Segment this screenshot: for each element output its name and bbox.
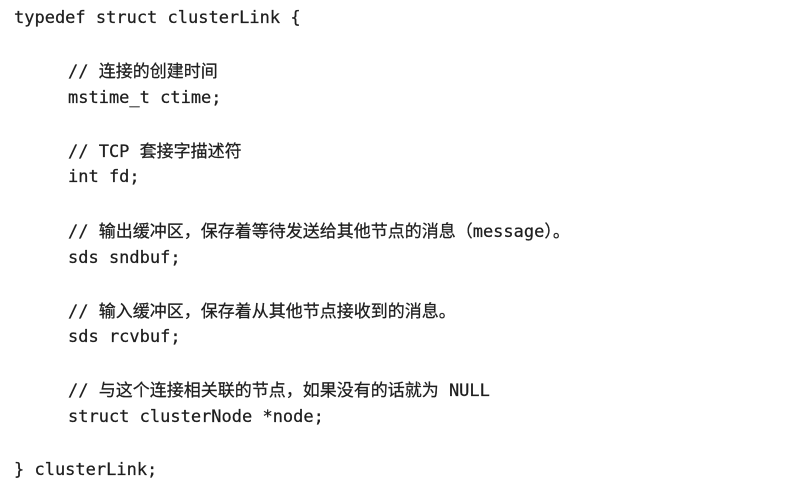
comment-fd: // TCP 套接字描述符 xyxy=(68,142,242,162)
comment-rcvbuf: // 输入缓冲区，保存着从其他节点接收到的消息。 xyxy=(68,302,456,322)
comment-sndbuf: // 输出缓冲区，保存着等待发送给其他节点的消息（message）。 xyxy=(68,222,570,242)
field-sndbuf: sds sndbuf; xyxy=(68,248,181,268)
field-ctime: mstime_t ctime; xyxy=(68,88,222,108)
comment-ctime: // 连接的创建时间 xyxy=(68,62,218,82)
code-listing: typedef struct clusterLink { // 连接的创建时间 … xyxy=(0,0,788,494)
field-node: struct clusterNode *node; xyxy=(68,407,324,427)
struct-declaration-open: typedef struct clusterLink { xyxy=(14,8,301,28)
comment-node: // 与这个连接相关联的节点，如果没有的话就为 NULL xyxy=(68,381,490,401)
struct-declaration-close: } clusterLink; xyxy=(14,460,158,480)
field-rcvbuf: sds rcvbuf; xyxy=(68,327,181,347)
field-fd: int fd; xyxy=(68,167,140,187)
